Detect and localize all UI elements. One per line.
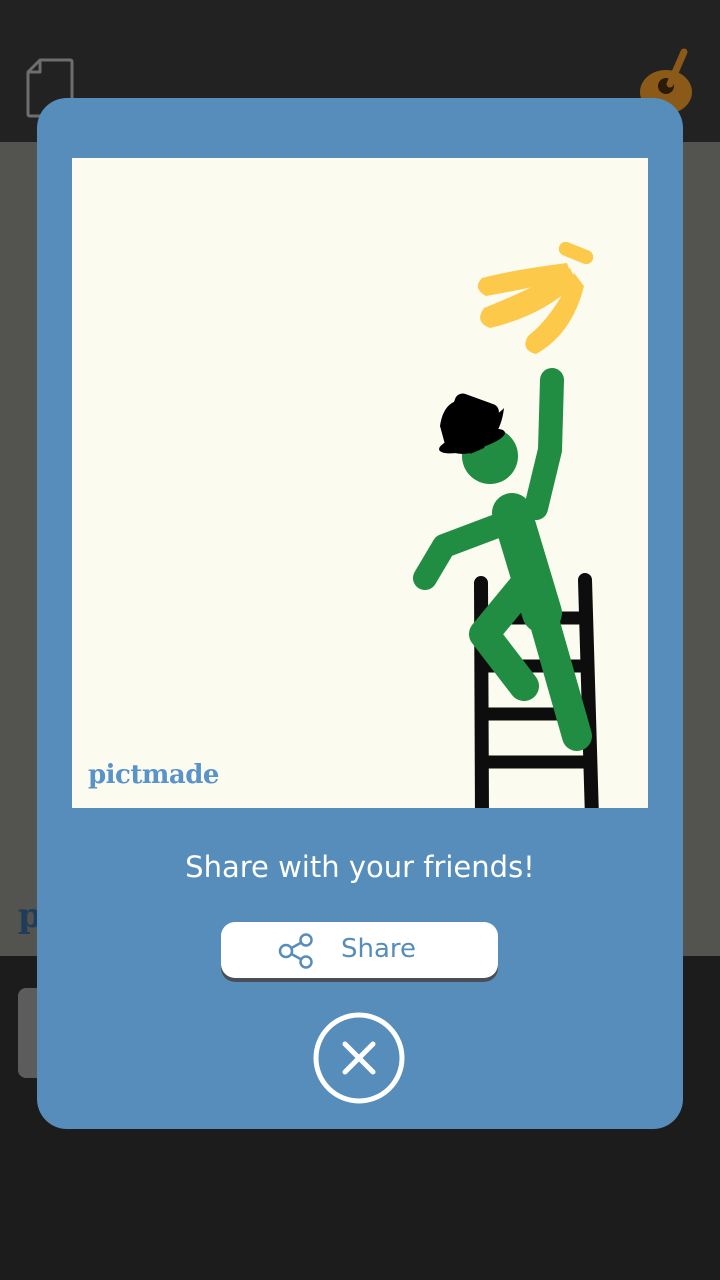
share-button-label: Share	[341, 934, 417, 964]
share-modal: pictmade Share with your friends! Share	[37, 98, 683, 1129]
share-button[interactable]: Share	[221, 922, 498, 978]
app-screen: p pictmade Share with your friends! Shar…	[0, 0, 720, 1280]
share-heading: Share with your friends!	[185, 850, 535, 884]
pictmade-watermark: pictmade	[88, 760, 219, 790]
close-icon	[313, 1012, 405, 1104]
share-icon	[277, 932, 315, 970]
close-button[interactable]	[313, 1012, 405, 1104]
climbing-figure-illustration	[413, 241, 599, 808]
banana-bunch	[477, 241, 594, 354]
share-preview-image: pictmade	[72, 158, 648, 808]
